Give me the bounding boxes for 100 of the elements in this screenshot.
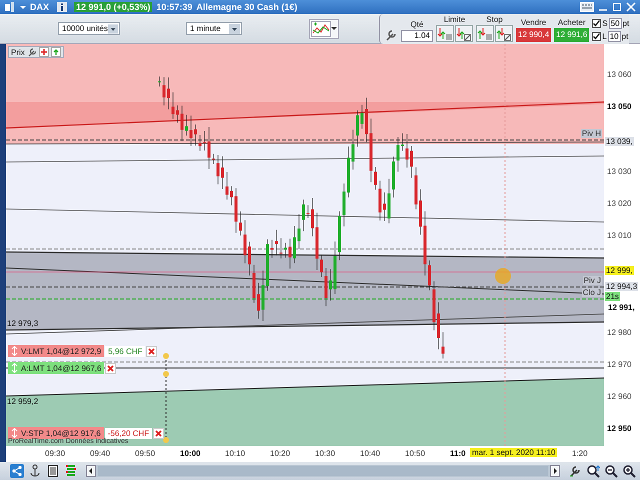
close-icon[interactable] [153, 428, 164, 438]
order-list-icon[interactable] [476, 24, 494, 42]
anchor-icon[interactable] [28, 464, 42, 478]
order-edit-icon[interactable] [495, 24, 513, 42]
price-tick: 12 980 [607, 328, 632, 337]
order-tag[interactable]: V:STP 1,04@12 917,6 [8, 427, 104, 439]
time-tick: 10:40 [360, 449, 380, 458]
order-tag[interactable]: V:LMT 1,04@12 972,9 [8, 345, 104, 357]
time-tick: 10:00 [180, 449, 200, 458]
time-tick: 11:0 [450, 449, 466, 458]
sell-button[interactable]: 12 990,4 [516, 28, 552, 42]
candlestick [424, 210, 426, 276]
share-icon[interactable] [10, 464, 24, 478]
scroll-right-icon[interactable] [550, 465, 560, 477]
document-icon[interactable] [46, 464, 60, 478]
wrench-icon[interactable] [384, 28, 398, 42]
order-tag[interactable]: A:LMT 1,04@12 967,6 [8, 362, 104, 374]
check-label: L [602, 32, 607, 40]
info-icon[interactable] [57, 2, 68, 12]
points-field[interactable]: 10 [608, 30, 621, 42]
buy-label: Acheter [558, 18, 586, 26]
drag-arrows-icon [11, 363, 18, 373]
candlestick [198, 134, 202, 152]
candlestick [347, 146, 350, 198]
candlestick [406, 134, 408, 168]
candlestick [442, 332, 444, 359]
caret-icon [331, 27, 337, 30]
candlestick [352, 129, 354, 170]
target-icon[interactable] [38, 47, 49, 57]
candlestick [374, 166, 377, 190]
dropdown[interactable]: 10000 unités [58, 22, 120, 35]
points-field[interactable]: 50 [608, 18, 622, 28]
candlestick [172, 92, 174, 120]
keyboard-icon[interactable] [580, 2, 594, 12]
candlestick [216, 154, 220, 185]
up-arrow-icon[interactable] [50, 47, 61, 57]
candlestick [167, 77, 170, 110]
scroll-thumb[interactable] [98, 466, 548, 476]
indicator-button[interactable] [309, 18, 339, 38]
instrument-name: Allemagne 30 Cash (1€) [196, 2, 298, 12]
candlestick [298, 214, 300, 250]
order-handle[interactable] [163, 437, 169, 443]
price-tick: 12 970 [607, 360, 632, 369]
candlestick [284, 242, 287, 258]
profit-loss: 5,96 CHF [105, 346, 146, 356]
scrollbar[interactable] [86, 465, 560, 477]
symbol-name[interactable]: DAX [30, 2, 50, 12]
candlestick [428, 260, 431, 291]
drag-arrows-icon [11, 428, 18, 438]
candlestick [257, 282, 260, 320]
line-label: Piv J [582, 276, 602, 285]
candlestick [262, 270, 264, 322]
time-tick: 09:30 [45, 449, 66, 458]
zoom-out-icon[interactable] [604, 464, 618, 478]
candlestick [432, 280, 436, 331]
candlestick [329, 268, 332, 301]
candlestick [360, 104, 364, 130]
candlestick [203, 130, 206, 151]
price-tick: 13 050 [607, 102, 632, 112]
price-tag: 12 991, [607, 303, 636, 312]
dropdown[interactable]: 1 minute [186, 22, 242, 35]
maximize-icon[interactable] [612, 2, 622, 12]
order-list-icon[interactable] [436, 24, 454, 42]
check-label: S [602, 18, 608, 28]
scroll-left-icon[interactable] [86, 465, 96, 477]
candlestick [230, 186, 233, 206]
candlestick [311, 198, 314, 237]
quantity-field[interactable]: 1.04 [401, 30, 433, 42]
candlestick [401, 133, 404, 152]
candlestick [162, 76, 166, 106]
candlestick [221, 156, 224, 190]
candlestick [378, 180, 382, 221]
time-tick: 1:20 [572, 449, 588, 458]
sell-label: Vendre [520, 18, 546, 26]
zoom-in-icon[interactable] [622, 464, 636, 478]
quote-time: 10:57:39 [156, 2, 192, 12]
zoom-fit-icon[interactable] [586, 464, 600, 478]
order-handle[interactable] [163, 371, 169, 377]
price-label: Prix [11, 48, 25, 56]
close-icon[interactable] [146, 346, 158, 356]
checkbox[interactable] [592, 32, 602, 40]
checkbox[interactable] [592, 18, 602, 28]
bars-icon[interactable] [64, 464, 78, 478]
order-edit-icon[interactable] [455, 24, 473, 42]
cursor-pointer [495, 268, 511, 284]
price-scale-toolbar[interactable]: Prix [8, 46, 64, 58]
unit-label: pt [622, 32, 628, 40]
candlestick [176, 105, 179, 124]
candlestick [356, 110, 359, 148]
candlestick [410, 146, 413, 178]
wrench-icon[interactable] [26, 47, 37, 57]
candlestick [226, 172, 228, 200]
candlestick [370, 118, 372, 182]
candlestick [270, 240, 274, 258]
wrench-icon[interactable] [568, 464, 582, 478]
time-tick: 10:30 [315, 449, 336, 458]
candlestick [244, 220, 246, 264]
order-handle[interactable] [163, 353, 169, 359]
candlestick [239, 211, 242, 236]
close-icon[interactable] [105, 362, 116, 374]
